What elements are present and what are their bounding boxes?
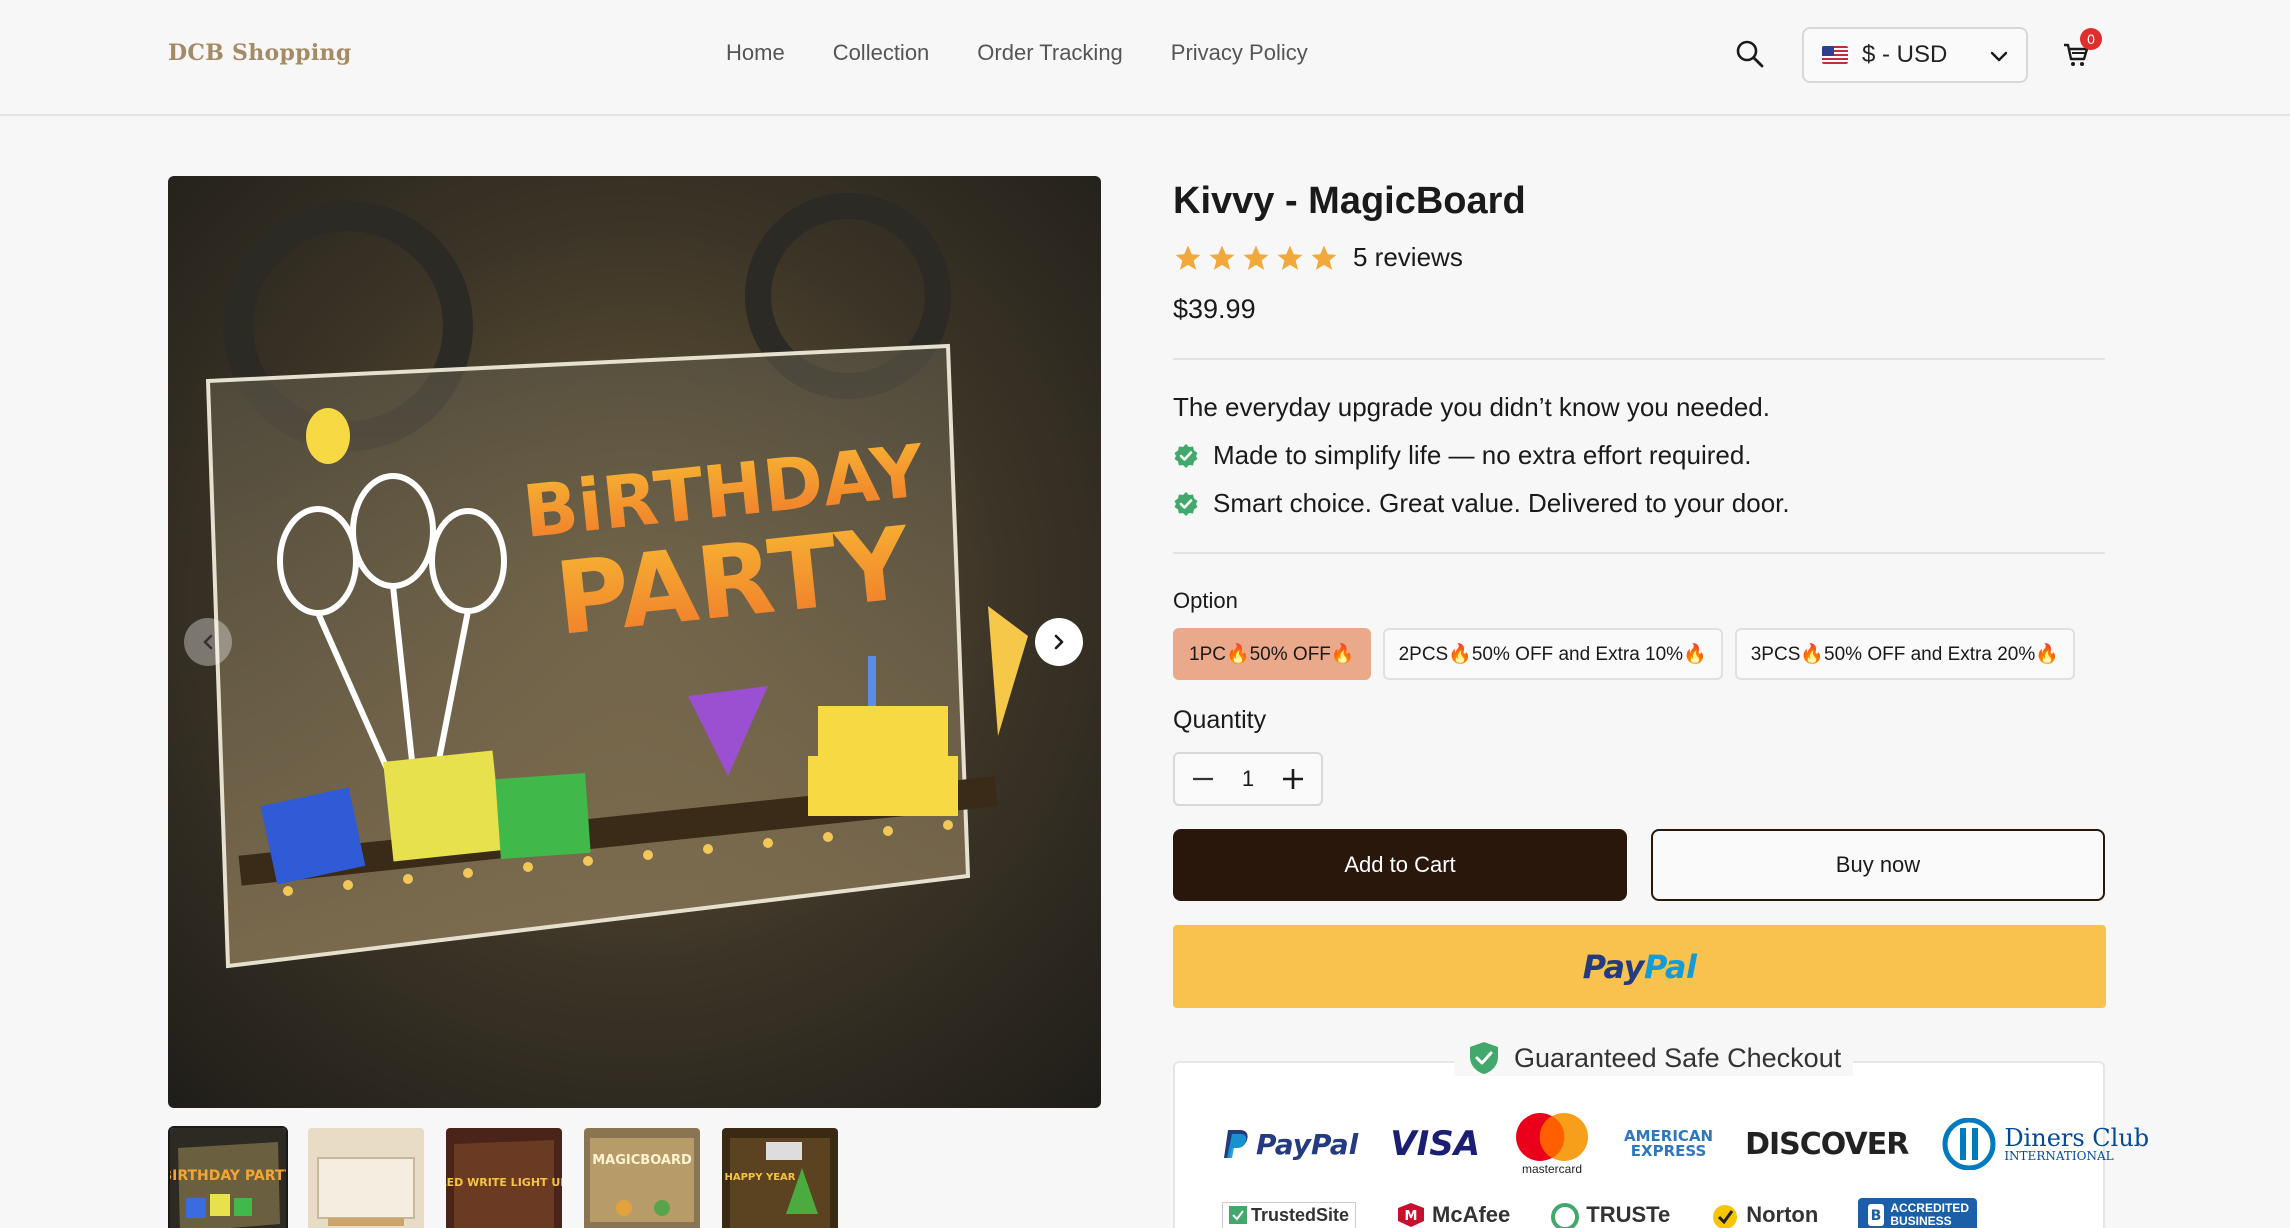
diners-club-logo-icon: Diners Club INTERNATIONAL (1940, 1118, 2149, 1170)
plus-icon[interactable] (1279, 765, 1307, 793)
paypal-logo-icon: PayPal (1222, 1128, 1358, 1161)
paypal-checkout-button[interactable]: PayPal (1173, 925, 2106, 1008)
thumbnail-4[interactable]: MAGICBOARD (582, 1126, 702, 1228)
review-count[interactable]: 5 reviews (1353, 242, 1463, 273)
nav-home[interactable]: Home (726, 40, 785, 66)
nav-order-tracking[interactable]: Order Tracking (977, 40, 1123, 66)
gallery-prev-button[interactable] (184, 618, 232, 666)
add-to-cart-button[interactable]: Add to Cart (1173, 829, 1627, 901)
thumbnail-1[interactable]: BIRTHDAY PARTY (168, 1126, 288, 1228)
product-price: $39.99 (1173, 294, 1256, 324)
buy-now-button[interactable]: Buy now (1651, 829, 2105, 901)
mcafee-badge-icon: M McAfee (1396, 1201, 1510, 1228)
svg-text:B: B (1871, 1208, 1882, 1224)
star-icon (1243, 245, 1269, 270)
star-icon (1311, 245, 1337, 270)
option-group: 1PC🔥50% OFF🔥 2PCS🔥50% OFF and Extra 10%🔥… (1173, 628, 2075, 680)
trustedsite-badge-icon: TrustedSite (1222, 1201, 1357, 1228)
quantity-stepper: 1 (1173, 752, 1323, 806)
us-flag-icon (1822, 46, 1848, 64)
currency-selector[interactable]: $ - USD (1802, 27, 2028, 83)
quantity-value[interactable]: 1 (1242, 766, 1254, 792)
paypal-logo: PayPal (1582, 947, 1697, 986)
norton-badge-icon: Norton (1710, 1201, 1818, 1228)
visa-logo-icon: VISA (1390, 1124, 1481, 1164)
trust-badges: TrustedSite M McAfee TRUSTe Norton B ACC… (1222, 1198, 1977, 1228)
check-badge-icon (1174, 491, 1198, 516)
nav-collection[interactable]: Collection (833, 40, 930, 66)
thumbnail-5-text: HAPPY YEAR (724, 1172, 795, 1183)
thumbnail-3[interactable]: LED WRITE LIGHT UP (444, 1126, 564, 1228)
feature-text: Made to simplify life — no extra effort … (1213, 440, 1752, 470)
star-icon (1175, 245, 1201, 270)
thumbnail-1-text: BIRTHDAY PARTY (170, 1168, 286, 1184)
main-nav: Home Collection Order Tracking Privacy P… (726, 40, 1308, 66)
thumbnail-strip: BIRTHDAY PARTY LED WRITE LIGHT UP MAGICB… (168, 1126, 840, 1228)
star-icon (1209, 245, 1235, 270)
mastercard-logo-icon: mastercard (1512, 1112, 1592, 1176)
safe-checkout-title: Guaranteed Safe Checkout (1454, 1040, 1854, 1076)
feature-text: Smart choice. Great value. Delivered to … (1213, 488, 1790, 518)
amex-logo-icon: AMERICAN EXPRESS (1624, 1127, 1714, 1160)
svg-text:M: M (1405, 1209, 1418, 1224)
gallery-next-button[interactable] (1035, 618, 1083, 666)
payment-logos: PayPal VISA mastercard AMERICAN EXPRESS D… (1222, 1112, 2149, 1176)
option-3pcs[interactable]: 3PCS🔥50% OFF and Extra 20%🔥 (1734, 628, 2075, 680)
chevron-left-icon (203, 634, 213, 650)
discover-logo-icon: DISCOVER (1745, 1126, 1909, 1162)
chevron-right-icon (1054, 634, 1064, 650)
truste-badge-icon: TRUSTe (1550, 1201, 1670, 1228)
thumbnail-3-text: LED WRITE LIGHT UP (446, 1176, 562, 1189)
store-logo[interactable]: DCB Shopping (168, 40, 352, 66)
nav-privacy-policy[interactable]: Privacy Policy (1171, 40, 1308, 66)
feature-bullet: Smart choice. Great value. Delivered to … (1173, 488, 1790, 519)
bbb-accredited-badge-icon: B ACCREDITED BUSINESS (1858, 1198, 1977, 1228)
thumbnail-4-text: MAGICBOARD (592, 1153, 692, 1168)
thumbnail-5[interactable]: HAPPY YEAR (720, 1126, 840, 1228)
check-badge-icon (1174, 443, 1198, 468)
divider (1173, 552, 2105, 554)
thumbnail-2[interactable] (306, 1126, 426, 1228)
chevron-down-icon (1988, 45, 2010, 72)
divider (1173, 358, 2105, 360)
cart-count-badge: 0 (2080, 28, 2102, 50)
option-1pc[interactable]: 1PC🔥50% OFF🔥 (1173, 628, 1371, 680)
option-label: Option (1173, 588, 1238, 613)
product-main-image[interactable]: BiRTHDAY PARTY (168, 176, 1101, 1108)
shield-check-icon (1470, 1042, 1498, 1074)
product-rating[interactable]: 5 reviews (1173, 242, 1463, 273)
minus-icon[interactable] (1189, 765, 1217, 793)
star-icon (1277, 245, 1303, 270)
product-title: Kivvy - MagicBoard (1173, 180, 1526, 222)
quantity-label: Quantity (1173, 706, 1267, 734)
search-icon[interactable] (1734, 38, 1766, 70)
product-tagline: The everyday upgrade you didn’t know you… (1173, 392, 1770, 422)
option-2pcs[interactable]: 2PCS🔥50% OFF and Extra 10%🔥 (1382, 628, 1723, 680)
site-header: DCB Shopping Home Collection Order Track… (0, 0, 2290, 116)
feature-bullet: Made to simplify life — no extra effort … (1173, 440, 1752, 471)
currency-value: $ - USD (1862, 41, 1948, 68)
